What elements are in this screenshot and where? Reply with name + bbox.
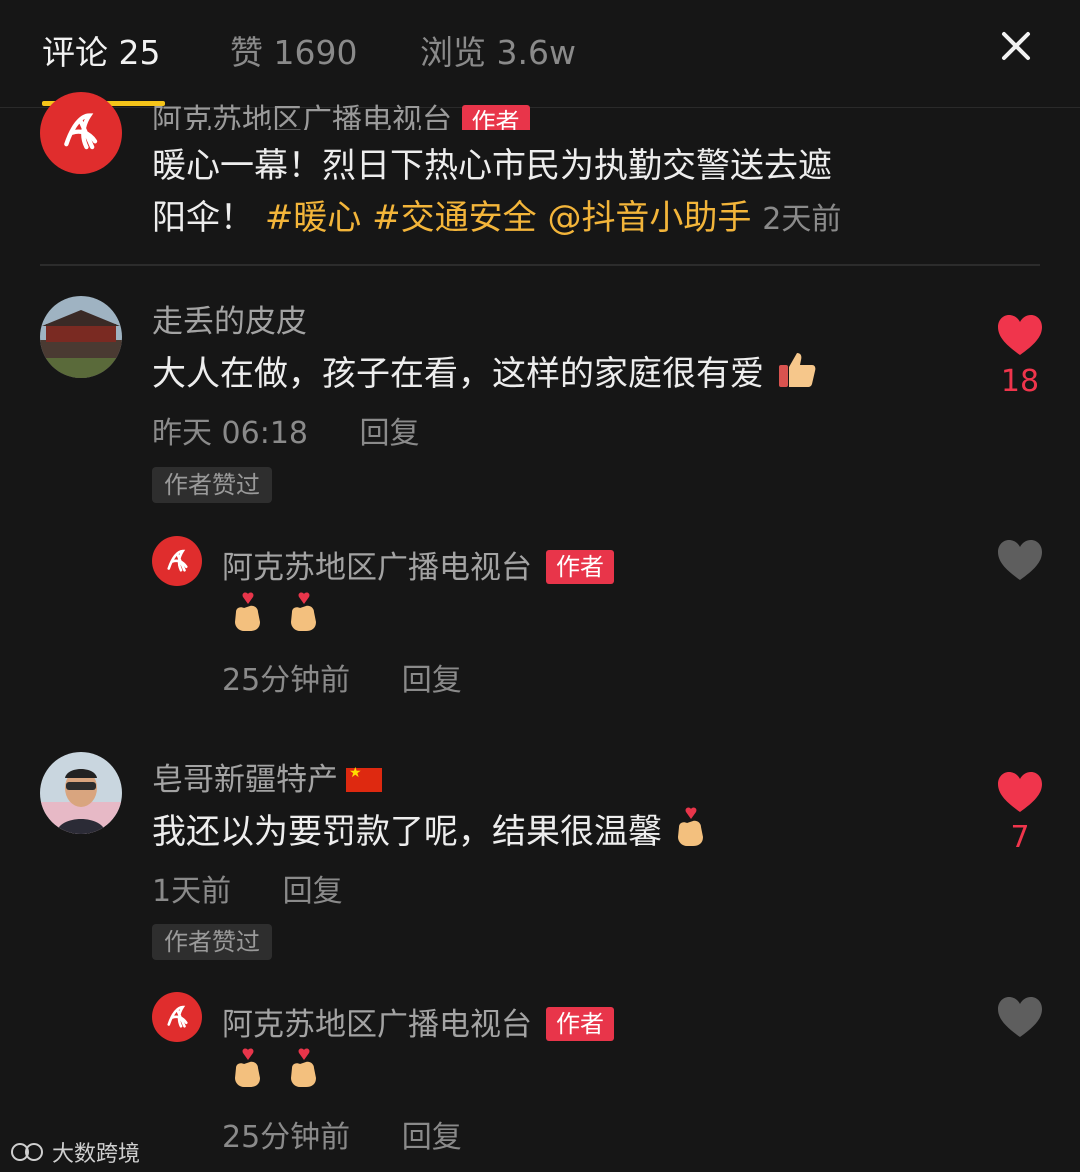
reply-button[interactable]: 回复 xyxy=(402,1120,462,1155)
reply-author-row: 阿克苏地区广播电视台 作者 xyxy=(222,999,614,1044)
post-author-row: 阿克苏地区广播电视台 作者 xyxy=(152,95,530,130)
reply-button[interactable]: 回复 xyxy=(402,663,462,698)
finger-heart-icon xyxy=(291,1048,316,1087)
divider xyxy=(40,264,1040,266)
tab-likes[interactable]: 赞 1690 xyxy=(230,26,357,74)
comment-time: 1天前 xyxy=(152,874,232,909)
person-photo-icon xyxy=(40,752,122,834)
post-author-name[interactable]: 阿克苏地区广播电视台 xyxy=(152,103,452,130)
reply-author-avatar[interactable] xyxy=(152,992,202,1042)
comment-text: 大人在做，孩子在看，这样的家庭很有爱 xyxy=(152,346,819,395)
commenter-name[interactable]: 走丢的皮皮 xyxy=(152,296,307,341)
reply-emojis xyxy=(230,592,322,632)
watermark-logo-icon xyxy=(11,1143,43,1161)
reply-meta: 25分钟前 回复 xyxy=(222,1112,462,1156)
watermark: 大数跨境 xyxy=(8,1136,140,1168)
finger-heart-icon xyxy=(677,807,703,846)
building-photo-icon xyxy=(40,296,122,378)
author-badge: 作者 xyxy=(546,550,614,584)
like-heart-icon[interactable] xyxy=(996,538,1044,582)
commenter-name[interactable]: 皂哥新疆特产 xyxy=(152,762,338,798)
commenter-avatar[interactable] xyxy=(40,296,122,378)
like-heart-icon[interactable] xyxy=(996,995,1044,1039)
like-heart-icon[interactable] xyxy=(996,313,1044,357)
reply-author-name[interactable]: 阿克苏地区广播电视台 xyxy=(222,1007,532,1043)
finger-heart-icon xyxy=(291,592,316,631)
watermark-text: 大数跨境 xyxy=(52,1142,141,1167)
reply-button[interactable]: 回复 xyxy=(360,416,420,451)
reply-author-name[interactable]: 阿克苏地区广播电视台 xyxy=(222,550,532,586)
author-liked-badge: 作者赞过 xyxy=(152,467,272,503)
hashtag-warm[interactable]: #暖心 xyxy=(265,198,362,238)
station-logo-icon xyxy=(166,1005,188,1028)
china-flag-icon xyxy=(346,765,382,792)
post-author-avatar[interactable] xyxy=(40,92,122,174)
tab-views[interactable]: 浏览 3.6w xyxy=(420,26,576,74)
finger-heart-icon xyxy=(235,592,260,631)
reply-author-row: 阿克苏地区广播电视台 作者 xyxy=(222,542,614,587)
author-liked-badge: 作者赞过 xyxy=(152,924,272,960)
like-count: 18 xyxy=(1000,364,1040,399)
comment-meta: 1天前 回复 xyxy=(152,866,343,910)
commenter-avatar[interactable] xyxy=(40,752,122,834)
station-logo-icon xyxy=(64,113,98,150)
comments-header: 评论 25 赞 1690 浏览 3.6w xyxy=(0,0,1080,108)
reply-time: 25分钟前 xyxy=(222,663,351,698)
mention-douyin-assistant[interactable]: @抖音小助手 xyxy=(547,198,751,238)
like-heart-icon[interactable] xyxy=(996,770,1044,814)
post-caption-line1: 暖心一幕！烈日下热心市民为执勤交警送去遮 xyxy=(152,146,832,186)
comment-time: 昨天 06:18 xyxy=(152,416,308,451)
comment-body: 大人在做，孩子在看，这样的家庭很有爱 xyxy=(152,354,764,394)
hashtag-traffic-safety[interactable]: #交通安全 xyxy=(372,198,537,238)
close-icon xyxy=(1002,32,1030,60)
reply-author-avatar[interactable] xyxy=(152,536,202,586)
comment-body: 我还以为要罚款了呢，结果很温馨 xyxy=(152,812,662,852)
reply-time: 25分钟前 xyxy=(222,1120,351,1155)
reply-emojis xyxy=(230,1048,322,1088)
author-badge: 作者 xyxy=(546,1007,614,1041)
like-count: 7 xyxy=(1010,820,1030,855)
station-logo-icon xyxy=(166,549,188,572)
comment-meta: 昨天 06:18 回复 xyxy=(152,408,420,452)
comment-text: 我还以为要罚款了呢，结果很温馨 xyxy=(152,804,709,853)
reply-meta: 25分钟前 回复 xyxy=(222,655,462,699)
post-caption: 暖心一幕！烈日下热心市民为执勤交警送去遮 阳伞！ #暖心 #交通安全 @抖音小助… xyxy=(152,140,972,246)
commenter-name-row: 皂哥新疆特产 xyxy=(152,754,382,799)
tab-comments[interactable]: 评论 25 xyxy=(42,26,160,74)
finger-heart-icon xyxy=(235,1048,260,1087)
reply-button[interactable]: 回复 xyxy=(283,874,343,909)
post-caption-line2: 阳伞！ xyxy=(152,198,254,238)
close-button[interactable] xyxy=(996,26,1036,66)
thumbs-up-icon xyxy=(778,353,816,387)
author-badge: 作者 xyxy=(461,105,530,130)
post-time: 2天前 xyxy=(762,202,842,237)
